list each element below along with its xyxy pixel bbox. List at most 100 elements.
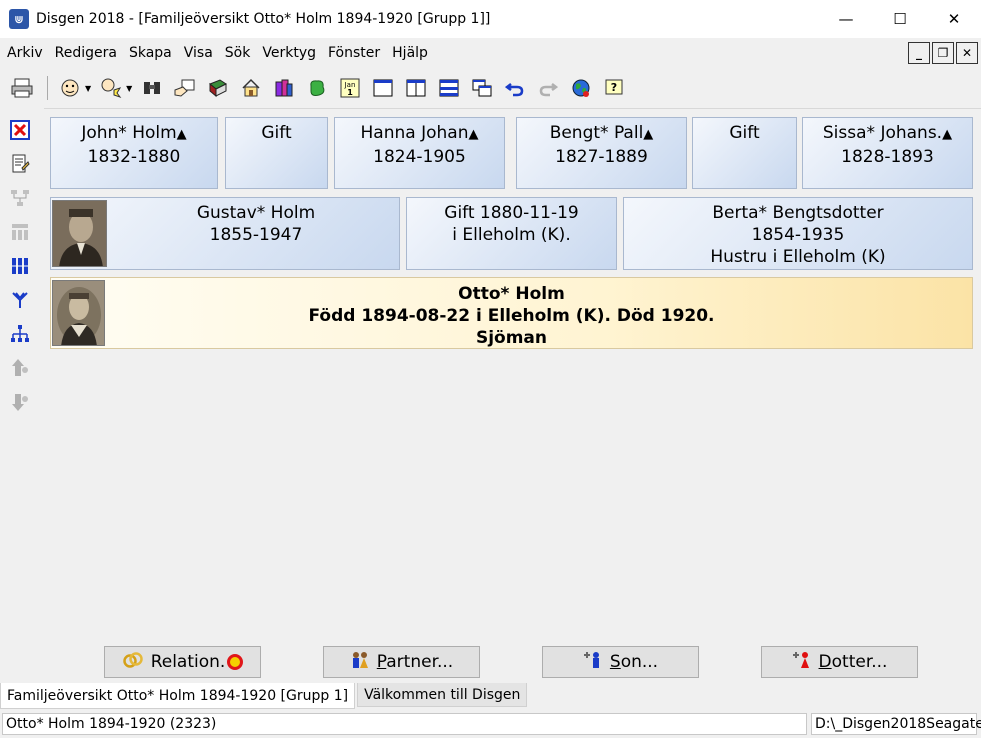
down-person-icon[interactable] [8,390,32,414]
parents-marriage-box[interactable]: Gift 1880-11-19 i Elleholm (K). [406,197,617,270]
tab-welcome[interactable]: Välkommen till Disgen [357,683,528,707]
minimize-button[interactable]: — [819,0,873,38]
mdi-restore-button[interactable]: ❐ [932,42,954,64]
family-overview-panel: John* Holm▲ 1832-1880 Gift Hanna Johan▲ … [44,108,981,643]
grandmother-paternal-box[interactable]: Hanna Johan▲ 1824-1905 [334,117,505,189]
main-person-box[interactable]: Otto* Holm Född 1894-08-22 i Elleholm (K… [50,277,973,349]
search-dropdown-icon[interactable]: ▼ [126,84,132,93]
mdi-controls: _ ❐ ✕ [908,42,978,64]
expand-up-icon[interactable]: ▲ [643,127,653,142]
main-person-details: Född 1894-08-22 i Elleholm (K). Död 1920… [308,306,715,326]
main-person-name: Otto* Holm [458,284,565,304]
status-current-person: Otto* Holm 1894-1920 (2323) [2,713,807,735]
grandfather-maternal-years: 1827-1889 [555,147,648,167]
help-icon[interactable]: ? [600,74,628,102]
grandfather-maternal-name: Bengt* Pall [549,123,644,143]
cascade-window-icon[interactable] [468,74,496,102]
status-bar: Otto* Holm 1894-1920 (2323) D:\_Disgen20… [0,711,981,738]
close-button[interactable]: ✕ [927,0,981,38]
grandmother-maternal-name: Sissa* Johans. [822,123,943,143]
hierarchy-icon[interactable] [8,322,32,346]
window-controls: — ☐ ✕ [819,0,981,38]
descendants-icon[interactable] [8,288,32,312]
son-label-rest: on... [620,652,659,672]
grandfather-paternal-box[interactable]: John* Holm▲ 1832-1880 [50,117,218,189]
menu-bar: Arkiv Redigera Skapa Visa Sök Verktyg Fö… [0,42,981,64]
daughter-label-rest: otter... [831,652,888,672]
menu-verktyg[interactable]: Verktyg [255,45,321,61]
expand-up-icon[interactable]: ▲ [942,127,952,142]
grandfather-maternal-box[interactable]: Bengt* Pall▲ 1827-1889 [516,117,687,189]
rings-icon [122,652,144,672]
redo-icon[interactable] [534,74,562,102]
tree-icon[interactable] [8,186,32,210]
son-accelerator: S [609,652,621,672]
group-icon[interactable] [8,220,32,244]
svg-text:1: 1 [348,88,354,97]
status-dot-icon [227,654,244,670]
mother-role: Hustru i Elleholm (K) [710,247,886,267]
marriage-paternal-box[interactable]: Gift [225,117,328,189]
grandfather-paternal-years: 1832-1880 [87,147,181,167]
grandmother-paternal-name: Hanna Johan [360,123,469,143]
edit-document-icon[interactable] [8,152,32,176]
mother-years: 1854-1935 [751,225,845,245]
menu-redigera[interactable]: Redigera [48,45,122,61]
relation-button-label: Relation. [150,652,226,672]
menu-arkiv[interactable]: Arkiv [0,45,48,61]
father-photo[interactable] [52,200,107,267]
books-icon[interactable] [270,74,298,102]
marriage-maternal-label: Gift [729,123,760,143]
grandmother-maternal-box[interactable]: Sissa* Johans.▲ 1828-1893 [802,117,973,189]
expand-up-icon[interactable]: ▲ [177,127,187,142]
couple-icon [350,651,370,673]
action-button-row: Relation. Partner... Son... Dotter... [44,641,981,683]
grandmother-maternal-years: 1828-1893 [841,147,934,167]
son-button-label: Son... [610,652,658,672]
green-blob-icon[interactable] [303,74,331,102]
add-daughter-icon [792,651,812,673]
person-icon[interactable] [56,74,84,102]
main-person-photo[interactable] [52,280,105,346]
hand-note-icon[interactable] [171,74,199,102]
window-title: Disgen 2018 - [Familjeöversikt Otto* Hol… [36,11,491,27]
parents-marriage-date: Gift 1880-11-19 [444,203,579,223]
menu-hjalp[interactable]: Hjälp [385,45,433,61]
person-search-icon[interactable] [97,74,125,102]
mother-box[interactable]: Berta* Bengtsdotter 1854-1935 Hustru i E… [623,197,973,270]
app-logo-icon[interactable]: ⋓ [9,9,29,29]
menu-sok[interactable]: Sök [218,45,256,61]
calendar-icon[interactable]: Jan 1 [336,74,364,102]
binoculars-icon[interactable] [138,74,166,102]
mdi-close-button[interactable]: ✕ [956,42,978,64]
partner-accelerator: P [376,652,387,672]
partner-button[interactable]: Partner... [323,646,480,678]
house-icon[interactable] [237,74,265,102]
book-icon[interactable] [204,74,232,102]
tab-family-overview[interactable]: Familjeöversikt Otto* Holm 1894-1920 [Gr… [0,683,356,709]
menu-visa[interactable]: Visa [177,45,218,61]
mdi-minimize-button[interactable]: _ [908,42,930,64]
expand-up-icon[interactable]: ▲ [468,127,478,142]
undo-icon[interactable] [501,74,529,102]
up-person-icon[interactable] [8,356,32,380]
split-window-icon[interactable] [402,74,430,102]
list-window-icon[interactable] [435,74,463,102]
globe-icon[interactable] [567,74,595,102]
person-dropdown-icon[interactable]: ▼ [85,84,91,93]
daughter-button[interactable]: Dotter... [761,646,918,678]
marriage-maternal-box[interactable]: Gift [692,117,797,189]
close-red-x-icon[interactable] [8,118,32,142]
help-icon-label: ? [611,81,617,94]
parents-marriage-place: i Elleholm (K). [452,225,571,245]
son-button[interactable]: Son... [542,646,699,678]
relation-button[interactable]: Relation. [104,646,261,678]
maximize-button[interactable]: ☐ [873,0,927,38]
printer-icon[interactable] [8,74,36,102]
columns-icon[interactable] [8,254,32,278]
grandfather-paternal-name: John* Holm [81,123,177,143]
menu-skapa[interactable]: Skapa [122,45,177,61]
menu-fonster[interactable]: Fönster [321,45,385,61]
toolbar-separator [47,76,48,100]
window-icon[interactable] [369,74,397,102]
